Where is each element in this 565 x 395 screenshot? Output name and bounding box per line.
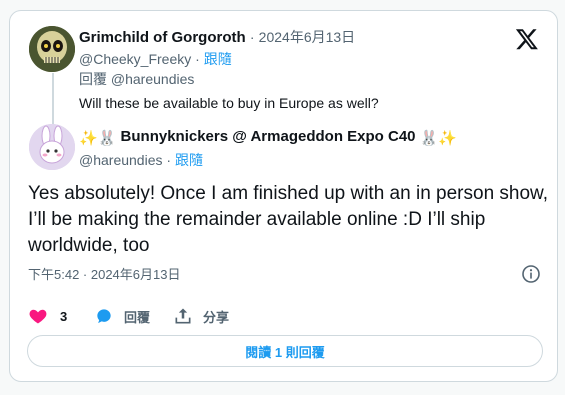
thread-connector-line [52,73,54,125]
reply-display-name[interactable]: Bunnyknickers @ Armageddon Expo C40 [121,128,416,145]
parent-separator-2: · [195,51,200,67]
reply-separator: · [166,152,172,168]
parent-follow-link[interactable]: 跟隨 [204,51,232,67]
reply-bubble-icon [97,309,111,324]
skull-avatar-icon [29,26,75,72]
embedded-tweet-card: Grimchild of Gorgoroth · 2024年6月13日 @Che… [9,10,558,382]
reply-action[interactable]: 回覆 [94,304,150,328]
parent-separator: · [249,29,255,45]
reply-handle[interactable]: @hareundies [79,152,163,168]
parent-tweet-text: Will these be available to buy in Europe… [79,95,379,111]
parent-display-name[interactable]: Grimchild of Gorgoroth [79,29,246,46]
like-count: 3 [60,308,68,324]
reply-avatar[interactable] [29,124,75,170]
bunny-sparkle-emoji-right: 🐰✨ [419,130,458,147]
reply-tweet-text: Yes absolutely! Once I am finished up wi… [28,183,548,256]
heart-icon [29,309,47,324]
share-action[interactable]: 分享 [173,304,229,328]
reply-to-label: 回覆 [79,71,107,87]
parent-handle[interactable]: @Cheeky_Freeky [79,51,191,67]
share-label: 分享 [203,309,230,325]
x-logo-icon[interactable] [515,27,539,51]
parent-date[interactable]: 2024年6月13日 [259,29,356,45]
share-icon [175,308,191,324]
reply-to-handle[interactable]: @hareundies [111,71,195,87]
reply-follow-link[interactable]: 跟隨 [175,152,203,168]
reply-label: 回覆 [124,309,151,325]
read-replies-button[interactable]: 閱讀 1 則回覆 [27,335,543,367]
sparkle-bunny-emoji-left: ✨🐰 [79,130,117,147]
parent-avatar[interactable] [29,26,75,72]
bunny-avatar-icon [29,124,75,170]
reply-timestamp[interactable]: 下午5:42 · 2024年6月13日 [28,266,180,284]
like-action[interactable]: 3 [28,304,67,328]
info-icon[interactable] [521,264,541,284]
